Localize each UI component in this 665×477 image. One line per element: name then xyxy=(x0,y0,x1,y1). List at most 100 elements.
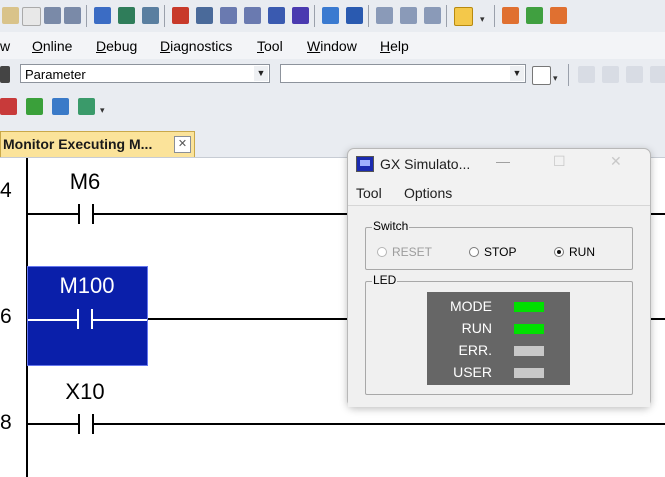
device-test-icon[interactable] xyxy=(322,7,339,24)
tab-label: Monitor Executing M... xyxy=(3,136,153,152)
diagnostics-icon[interactable] xyxy=(424,7,441,24)
close-contact-f6-icon[interactable] xyxy=(626,66,643,83)
document-icon[interactable] xyxy=(22,7,41,26)
paste-icon[interactable] xyxy=(2,7,19,24)
project-toolbar: Parameter ▼ ▼ ▾ xyxy=(0,59,665,92)
page-icon[interactable] xyxy=(532,66,551,85)
trace-icon[interactable] xyxy=(400,7,417,24)
contact-bar-right xyxy=(92,204,94,224)
menu-online[interactable]: Online xyxy=(32,38,72,54)
led-group-label: LED xyxy=(372,273,398,287)
led-lamp-user xyxy=(514,368,544,378)
menu-window[interactable]: Window xyxy=(307,38,357,54)
device-memory-icon[interactable] xyxy=(78,98,95,115)
menu-options[interactable]: Options xyxy=(404,185,452,201)
switch-group-label: Switch xyxy=(372,219,410,233)
read-from-plc-icon[interactable] xyxy=(196,7,213,24)
led-row-err: ERR. xyxy=(427,339,570,361)
menu-tool[interactable]: Tool xyxy=(257,38,283,54)
menu-view-label: w xyxy=(0,38,11,54)
radio-stop[interactable]: STOP xyxy=(469,245,516,259)
chevron-down-icon[interactable]: ▼ xyxy=(510,66,524,81)
radio-indicator xyxy=(469,247,479,257)
ladder-edit-icon[interactable] xyxy=(502,7,519,24)
radio-indicator-selected xyxy=(554,247,564,257)
led-lamp-run xyxy=(514,324,544,334)
menu-diagnostics-label: iagnostics xyxy=(170,38,233,54)
radio-stop-label: STOP xyxy=(484,245,517,259)
gx-simulator-window: GX Simulato... — ☐ ✕ Tool Options Switch… xyxy=(347,148,651,407)
led-label: ERR. xyxy=(458,342,492,358)
minimize-button[interactable]: — xyxy=(496,153,510,169)
program-combo[interactable]: ▼ xyxy=(280,64,526,83)
simulation-icon[interactable] xyxy=(454,7,473,26)
simulator-app-icon xyxy=(356,156,374,172)
radio-run[interactable]: RUN xyxy=(554,245,595,259)
parameter-combo-value: Parameter xyxy=(25,67,86,82)
contact-device-label: M6 xyxy=(69,169,101,194)
ladder-delete-icon[interactable] xyxy=(550,7,567,24)
toolbar-separator xyxy=(568,64,569,86)
led-row-user: USER xyxy=(427,361,570,383)
close-contact-sf6-icon[interactable] xyxy=(650,66,665,83)
step-number: 6 xyxy=(0,305,12,328)
parameter-combo[interactable]: Parameter ▼ xyxy=(20,64,270,83)
menu-online-label: nline xyxy=(42,38,73,54)
switch-group: Switch RESET STOP RUN xyxy=(365,219,633,270)
toolbar-separator xyxy=(164,5,165,27)
monitor-start-icon[interactable] xyxy=(244,7,261,24)
toolbar-overflow-icon[interactable]: ▾ xyxy=(553,73,561,90)
chevron-down-icon[interactable]: ▼ xyxy=(254,66,268,81)
menu-diagnostics[interactable]: Diagnostics xyxy=(160,38,232,54)
menu-view[interactable]: w xyxy=(0,38,10,54)
menu-online-mnemonic: O xyxy=(32,38,43,54)
force-off-icon[interactable] xyxy=(26,98,43,115)
open-contact-f5-icon[interactable] xyxy=(578,66,595,83)
force-on-icon[interactable] xyxy=(0,98,17,115)
toolbar-separator xyxy=(314,5,315,27)
contact-device-label: X10 xyxy=(65,379,105,404)
led-label: RUN xyxy=(461,320,492,336)
instruction-search-icon[interactable] xyxy=(142,7,159,24)
menu-tool[interactable]: Tool xyxy=(356,185,382,201)
toolbar-overflow-icon[interactable]: ▾ xyxy=(100,105,108,122)
simulator-body: Switch RESET STOP RUN LED MODE RUN ERR. … xyxy=(348,205,650,407)
device-search-icon[interactable] xyxy=(94,7,111,24)
toolbar-overflow-icon[interactable]: ▾ xyxy=(480,14,488,31)
device-register-icon[interactable] xyxy=(52,98,69,115)
close-icon[interactable]: ✕ xyxy=(174,136,191,153)
write-to-plc-icon[interactable] xyxy=(172,7,189,24)
open-contact-sf5-icon[interactable] xyxy=(602,66,619,83)
device-replace-icon[interactable] xyxy=(118,7,135,24)
simulator-title-bar[interactable]: GX Simulato... — ☐ ✕ xyxy=(348,149,650,181)
radio-reset-label: RESET xyxy=(392,245,433,259)
standard-toolbar: ▾ xyxy=(0,0,665,33)
selected-cell[interactable]: M100 xyxy=(27,266,148,366)
led-row-mode: MODE xyxy=(427,295,570,317)
watch-icon[interactable] xyxy=(376,7,393,24)
menu-debug[interactable]: Debug xyxy=(96,38,137,54)
led-lamp-mode xyxy=(514,302,544,312)
monitor-all-icon[interactable] xyxy=(292,7,309,24)
menu-diagnostics-mnemonic: D xyxy=(160,38,171,54)
ladder-insert-icon[interactable] xyxy=(526,7,543,24)
radio-run-label: RUN xyxy=(569,245,595,259)
monitor-stop-icon[interactable] xyxy=(268,7,285,24)
close-button[interactable]: ✕ xyxy=(610,153,622,170)
contact-device-label: M100 xyxy=(59,273,115,298)
led-lamp-err xyxy=(514,346,544,356)
project-icon xyxy=(0,66,10,83)
redo-icon[interactable] xyxy=(64,7,81,24)
led-row-run: RUN xyxy=(427,317,570,339)
menu-help[interactable]: Help xyxy=(380,38,409,54)
device-batch-icon[interactable] xyxy=(346,7,363,24)
undo-icon[interactable] xyxy=(44,7,61,24)
verify-icon[interactable] xyxy=(220,7,237,24)
contact-bar-left xyxy=(78,414,80,434)
menu-tool-mnemonic: T xyxy=(257,38,264,54)
radio-reset: RESET xyxy=(377,245,432,259)
menu-tool-label: ool xyxy=(264,38,283,54)
contact-bar-left xyxy=(77,309,79,329)
tab-monitor-executing[interactable]: Monitor Executing M... ✕ xyxy=(0,131,195,157)
menu-bar: w Online Debug Diagnostics Tool Window H… xyxy=(0,32,665,60)
